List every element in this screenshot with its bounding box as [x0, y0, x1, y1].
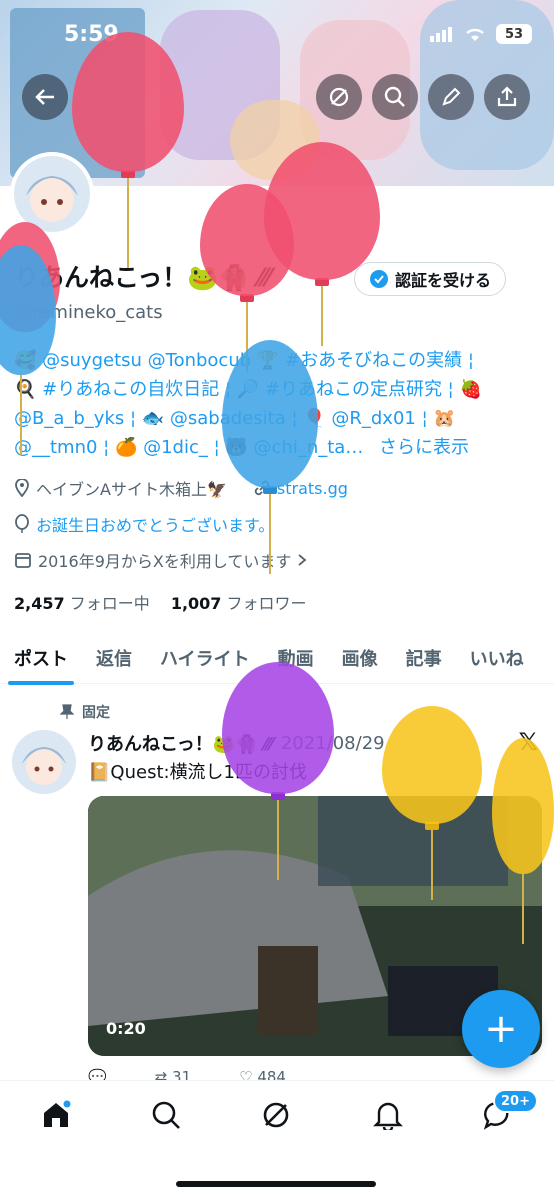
messages-badge: 20+: [493, 1089, 538, 1113]
tab-likes[interactable]: いいね: [456, 632, 538, 684]
search-icon: [152, 1101, 180, 1129]
followers-label: フォロワー: [226, 594, 307, 613]
location-text: ヘイブンAサイト木箱上🦅: [36, 480, 227, 499]
balloon-decoration: [222, 662, 334, 880]
nav-grok[interactable]: [246, 1095, 306, 1135]
signal-icon: [430, 27, 452, 42]
balloon-decoration: [264, 142, 380, 346]
followers-link[interactable]: 1,007 フォロワー: [171, 594, 307, 613]
get-verified-label: 認証を受ける: [394, 271, 491, 290]
location-icon: [15, 479, 29, 497]
nav-search[interactable]: [136, 1095, 196, 1135]
nav-messages[interactable]: 20+: [468, 1089, 538, 1135]
home-indicator: [176, 1181, 376, 1187]
search-icon: [384, 86, 405, 107]
follow-stats: 2,457 フォロー中 1,007 フォロワー: [14, 590, 307, 614]
share-icon: [497, 86, 517, 107]
tab-images[interactable]: 画像: [328, 632, 392, 684]
video-duration: 0:20: [106, 1019, 146, 1038]
tab-articles[interactable]: 記事: [392, 632, 456, 684]
show-more-link[interactable]: さらに表示: [379, 437, 469, 458]
pin-icon: [60, 704, 74, 719]
balloon-decoration: [382, 706, 482, 900]
following-count: 2,457: [14, 594, 65, 613]
pinned-label: 固定: [82, 705, 110, 721]
tab-replies[interactable]: 返信: [82, 632, 146, 684]
edit-icon: [442, 87, 461, 106]
balloon-icon: [15, 514, 29, 533]
back-arrow-icon: [35, 89, 54, 105]
balloon-decoration: [0, 245, 56, 455]
grok-icon: [329, 87, 349, 107]
home-icon: [44, 1100, 71, 1127]
status-icons: 53: [430, 24, 532, 44]
calendar-icon: [15, 553, 31, 568]
wifi-icon: [466, 28, 484, 41]
nav-home[interactable]: [26, 1095, 86, 1135]
search-button[interactable]: [372, 74, 418, 120]
balloon-decoration: [72, 32, 184, 268]
back-button[interactable]: [22, 74, 68, 120]
balloon-decoration: [222, 340, 318, 574]
followers-count: 1,007: [170, 594, 222, 613]
grok-button[interactable]: [316, 74, 362, 120]
battery-indicator: 53: [496, 24, 532, 44]
pinned-indicator: 固定: [60, 702, 110, 722]
grok-icon: [263, 1102, 289, 1128]
edit-button[interactable]: [428, 74, 474, 120]
tab-posts[interactable]: ポスト: [0, 632, 82, 685]
compose-button[interactable]: +: [462, 990, 540, 1068]
post-avatar[interactable]: [12, 730, 76, 794]
balloon-decoration: [492, 738, 554, 944]
share-button[interactable]: [484, 74, 530, 120]
notifications-icon: [373, 1102, 403, 1130]
following-label: フォロー中: [69, 594, 150, 613]
nav-notifications[interactable]: [358, 1095, 418, 1135]
avatar-illustration: [12, 730, 76, 794]
following-link[interactable]: 2,457 フォロー中: [14, 594, 150, 613]
